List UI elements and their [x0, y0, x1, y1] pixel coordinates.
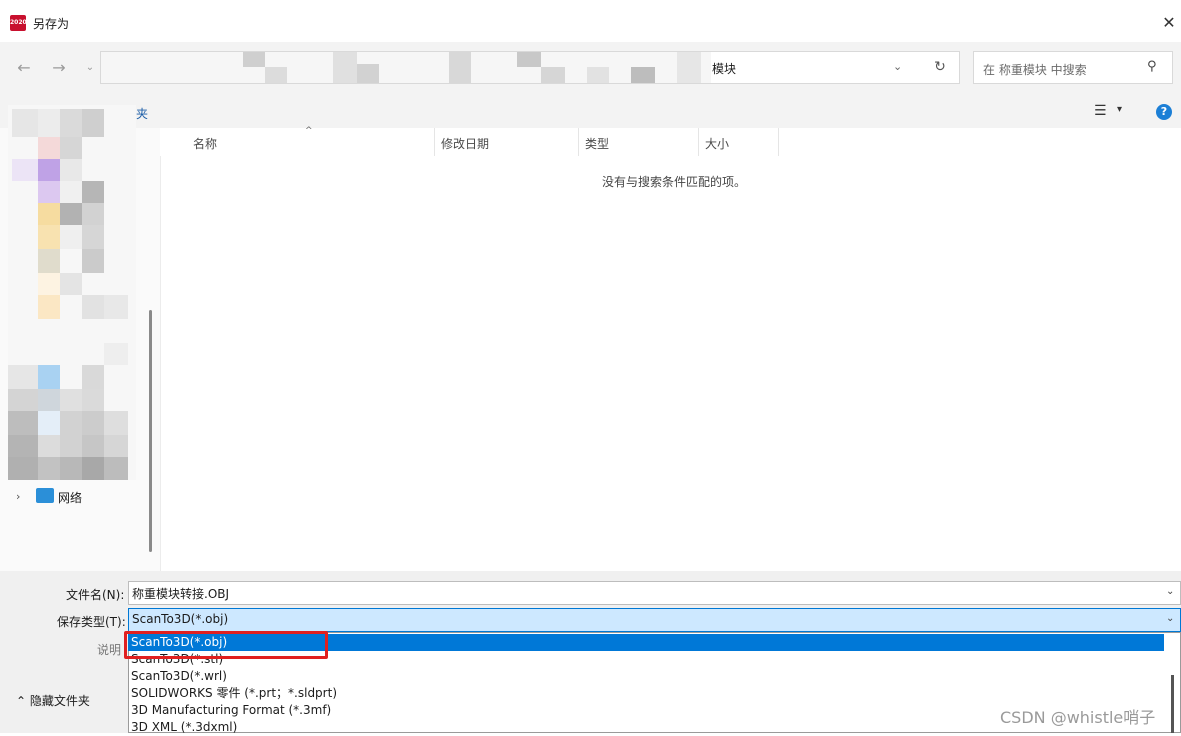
- forward-arrow-icon[interactable]: →: [49, 58, 69, 78]
- filetype-value[interactable]: ScanTo3D(*.obj): [132, 612, 228, 626]
- column-name[interactable]: 名称: [193, 135, 217, 152]
- chevron-up-icon: ⌃: [16, 694, 27, 708]
- filetype-option[interactable]: ScanTo3D(*.wrl): [128, 668, 1164, 685]
- filename-value[interactable]: 称重模块转接.OBJ: [132, 585, 229, 602]
- column-divider[interactable]: [434, 128, 435, 156]
- description-label: 说明: [97, 643, 122, 657]
- column-divider[interactable]: [698, 128, 699, 156]
- filename-label: 文件名(N):: [66, 588, 125, 602]
- solidworks-app-icon: 2020: [10, 15, 27, 31]
- pixelated-navigation-tree: [8, 105, 136, 480]
- filetype-select[interactable]: [128, 608, 1181, 632]
- refresh-icon[interactable]: ↻: [931, 58, 949, 76]
- address-current-folder: 模块: [712, 62, 737, 76]
- address-dropdown-chevron-icon[interactable]: ⌄: [893, 60, 902, 73]
- command-toolbar: [0, 96, 1181, 128]
- new-folder-button[interactable]: 夹: [136, 105, 148, 122]
- column-date-modified[interactable]: 修改日期: [441, 135, 489, 152]
- column-divider[interactable]: [578, 128, 579, 156]
- search-placeholder: 在 称重模块 中搜索: [983, 63, 1087, 77]
- title-bar: [0, 0, 1181, 42]
- column-type[interactable]: 类型: [585, 135, 609, 152]
- filename-input[interactable]: [128, 581, 1181, 605]
- filetype-option[interactable]: SOLIDWORKS 零件 (*.prt；*.sldprt): [128, 685, 1164, 702]
- hide-folders-label: 隐藏文件夹: [29, 694, 90, 708]
- watermark: CSDN @whistle哨子: [1000, 708, 1156, 727]
- network-expand-chevron-icon[interactable]: ›: [16, 490, 20, 503]
- filetype-dropdown-chevron-icon[interactable]: ⌄: [1166, 613, 1174, 624]
- dropdown-scrollbar[interactable]: [1171, 675, 1174, 733]
- search-icon[interactable]: ⚲: [1147, 59, 1157, 74]
- column-size[interactable]: 大小: [705, 135, 729, 152]
- pixelated-path-area: [101, 52, 711, 83]
- navigation-pane-scrollbar[interactable]: [149, 310, 152, 552]
- filename-dropdown-chevron-icon[interactable]: ⌄: [1166, 586, 1174, 597]
- view-options-icon[interactable]: ☰: [1094, 103, 1107, 119]
- close-icon[interactable]: ✕: [1158, 12, 1180, 34]
- filetype-label: 保存类型(T):: [57, 615, 126, 629]
- sort-ascending-icon: ^: [305, 126, 313, 136]
- empty-results-message: 没有与搜索条件匹配的项。: [602, 175, 747, 189]
- recent-locations-chevron-icon[interactable]: ⌄: [80, 58, 100, 78]
- help-icon[interactable]: ?: [1156, 104, 1172, 120]
- file-list-header: [160, 128, 1181, 156]
- column-divider[interactable]: [778, 128, 779, 156]
- view-options-chevron-icon[interactable]: ▾: [1117, 104, 1122, 115]
- window-title: 另存为: [33, 17, 70, 31]
- hide-folders-button[interactable]: ⌃ 隐藏文件夹: [16, 692, 90, 709]
- network-label[interactable]: 网络: [58, 489, 82, 506]
- network-icon: [36, 488, 54, 503]
- back-arrow-icon[interactable]: ←: [14, 58, 34, 78]
- address-bar[interactable]: [100, 51, 960, 84]
- highlight-annotation-box: [124, 631, 328, 659]
